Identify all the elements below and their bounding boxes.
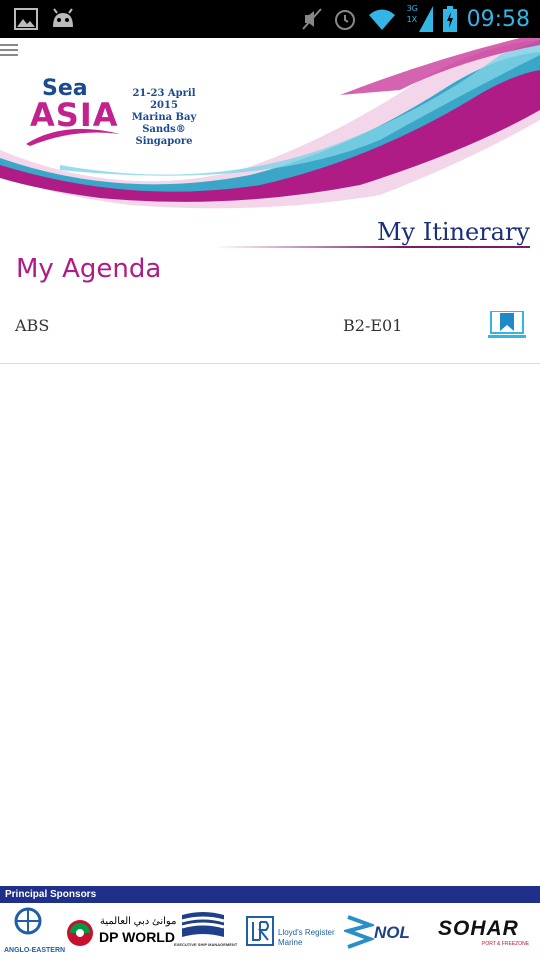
agenda-row[interactable]: ABS B2-E01 bbox=[0, 300, 540, 364]
battery-icon bbox=[442, 6, 457, 32]
anglo-eastern-name: ANGLO-EASTERN bbox=[4, 947, 66, 954]
dp-world-logo bbox=[67, 920, 93, 946]
sohar-subtitle: PORT & FREEZONE bbox=[482, 941, 530, 947]
menu-icon[interactable] bbox=[0, 44, 18, 58]
status-bar: 3G 1X 09:58 bbox=[0, 0, 540, 38]
executive-ship-management-logo bbox=[181, 912, 225, 937]
itinerary-header: My Itinerary bbox=[215, 218, 530, 252]
booth-number: B2-E01 bbox=[343, 316, 403, 335]
event-venue: Marina Bay Sands® bbox=[131, 112, 197, 135]
bookmark-icon[interactable] bbox=[488, 311, 526, 339]
signal-icon: 3G 1X bbox=[407, 4, 433, 32]
lloyds-register-marine: Marine bbox=[278, 938, 303, 947]
nol-logo bbox=[344, 915, 374, 949]
sponsor-footer: Principal Sponsors ANGLO-EASTERN موانئ د… bbox=[0, 886, 540, 960]
dp-world-name: DP WORLD bbox=[99, 929, 175, 945]
sohar-name: SOHAR bbox=[438, 917, 519, 940]
lloyds-register-logo bbox=[246, 916, 274, 946]
dp-world-arabic: موانئ دبي العالمية bbox=[100, 916, 177, 927]
title-underline bbox=[215, 246, 530, 248]
alarm-icon bbox=[334, 10, 355, 30]
event-dates: 21-23 April 2015 bbox=[132, 88, 196, 111]
sponsors-label: Principal Sponsors bbox=[0, 886, 540, 903]
nol-name: NOL bbox=[374, 923, 410, 942]
event-city: Singapore bbox=[135, 136, 193, 147]
exhibitor-name: ABS bbox=[15, 316, 50, 335]
page-title: My Itinerary bbox=[376, 218, 530, 246]
lloyds-register-name: Lloyd's Register bbox=[278, 928, 335, 937]
sponsor-logos: ANGLO-EASTERN موانئ دبي العالمية DP WORL… bbox=[0, 903, 540, 960]
event-details: 21-23 April 2015 Marina Bay Sands® Singa… bbox=[118, 88, 210, 148]
clock: 09:58 bbox=[466, 6, 530, 32]
android-icon bbox=[53, 8, 73, 27]
picture-icon bbox=[14, 8, 38, 30]
logo-swoosh bbox=[26, 128, 120, 146]
anglo-eastern-logo bbox=[14, 907, 42, 935]
agenda-heading: My Agenda bbox=[16, 254, 162, 284]
mute-icon bbox=[301, 8, 322, 30]
executive-ship-management-name: EXECUTIVE SHIP MANAGEMENT bbox=[174, 942, 238, 947]
wifi-icon bbox=[368, 9, 395, 30]
